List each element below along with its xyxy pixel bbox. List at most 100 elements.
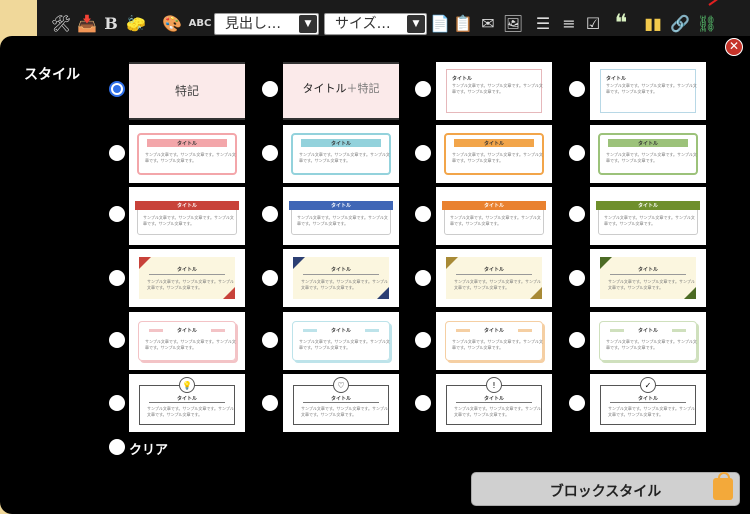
- block-style-icon[interactable]: ▮▮: [643, 12, 663, 34]
- style-card-simple-pink[interactable]: タイトル サンプル文章です。サンプル文章です。サンプル文章です。サンプル文章です…: [436, 62, 552, 120]
- clear-radio[interactable]: [109, 439, 125, 455]
- card-sample: サンプル文章です。サンプル文章です。サンプル文章です。サンプル文章です。: [145, 152, 236, 163]
- style-radio-13[interactable]: [109, 270, 125, 286]
- image-icon[interactable]: 🖼: [503, 12, 523, 34]
- card-title: タイトル: [637, 141, 658, 147]
- style-card-ribbon-green[interactable]: タイトル サンプル文章です。サンプル文章です。サンプル文章です。サンプル文章です…: [590, 125, 706, 183]
- style-card-icon-lightbulb[interactable]: 💡 タイトル サンプル文章です。サンプル文章です。サンプル文章です。サンプル文章…: [129, 374, 245, 432]
- card-title: タイトル: [637, 396, 658, 402]
- card-sample: サンプル文章です。サンプル文章です。サンプル文章です。サンプル文章です。: [606, 339, 697, 350]
- style-radio-7[interactable]: [415, 145, 431, 161]
- close-icon[interactable]: ✕: [725, 38, 743, 56]
- style-card-dashed-green[interactable]: タイトル サンプル文章です。サンプル文章です。サンプル文章です。サンプル文章です…: [590, 312, 706, 370]
- style-card-title-tokki[interactable]: タイトル＋特記: [283, 62, 399, 120]
- spellcheck-button[interactable]: ABC: [187, 12, 213, 34]
- style-radio-22[interactable]: [262, 395, 278, 411]
- style-card-corner-navy[interactable]: タイトル サンプル文章です。サンプル文章です。サンプル文章です。サンプル文章です…: [283, 249, 399, 307]
- style-radio-16[interactable]: [569, 270, 585, 286]
- new-page-icon[interactable]: 📄: [430, 12, 450, 34]
- style-card-ribbon-blue[interactable]: タイトル サンプル文章です。サンプル文章です。サンプル文章です。サンプル文章です…: [283, 125, 399, 183]
- quote-icon[interactable]: ❝: [611, 9, 631, 37]
- style-card-corner-red[interactable]: タイトル サンプル文章です。サンプル文章です。サンプル文章です。サンプル文章です…: [129, 249, 245, 307]
- card-sample: サンプル文章です。サンプル文章です。サンプル文章です。サンプル文章です。: [452, 152, 543, 163]
- card-sample: サンプル文章です。サンプル文章です。サンプル文章です。サンプル文章です。: [454, 406, 541, 417]
- size-select[interactable]: サイズ… ▼: [324, 13, 427, 35]
- link-icon[interactable]: 🔗: [669, 12, 691, 34]
- style-radio-1[interactable]: [109, 81, 125, 97]
- bold-button[interactable]: B: [103, 12, 119, 34]
- card-title: タイトル: [483, 203, 504, 209]
- card-sample: サンプル文章です。サンプル文章です。サンプル文章です。サンプル文章です。: [147, 279, 234, 290]
- card-title: タイトル: [176, 203, 197, 209]
- style-radio-23[interactable]: [415, 395, 431, 411]
- card-title: タイトル: [483, 141, 504, 147]
- card-sample: サンプル文章です。サンプル文章です。サンプル文章です。サンプル文章です。: [604, 215, 695, 226]
- card-title-label: タイトル: [302, 82, 347, 95]
- style-card-simple-blue[interactable]: タイトル サンプル文章です。サンプル文章です。サンプル文章です。サンプル文章です…: [590, 62, 706, 120]
- card-sample: サンプル文章です。サンプル文章です。サンプル文章です。サンプル文章です。: [450, 215, 541, 226]
- card-sample: サンプル文章です。サンプル文章です。サンプル文章です。サンプル文章です。: [606, 152, 697, 163]
- style-radio-12[interactable]: [569, 206, 585, 222]
- paste-icon[interactable]: 📋: [453, 12, 473, 34]
- style-radio-8[interactable]: [569, 145, 585, 161]
- style-radio-20[interactable]: [569, 332, 585, 348]
- style-card-corner-green[interactable]: タイトル サンプル文章です。サンプル文章です。サンプル文章です。サンプル文章です…: [590, 249, 706, 307]
- bullet-list-icon[interactable]: ☰: [533, 12, 553, 34]
- style-card-ribbon-pink[interactable]: タイトル サンプル文章です。サンプル文章です。サンプル文章です。サンプル文章です…: [129, 125, 245, 183]
- numbered-list-icon[interactable]: ≡: [559, 12, 579, 34]
- style-radio-10[interactable]: [262, 206, 278, 222]
- style-radio-14[interactable]: [262, 270, 278, 286]
- mail-icon[interactable]: ✉: [477, 12, 499, 34]
- style-radio-3[interactable]: [415, 81, 431, 97]
- style-card-band-red[interactable]: タイトル サンプル文章です。サンプル文章です。サンプル文章です。サンプル文章です…: [129, 187, 245, 245]
- style-radio-11[interactable]: [415, 206, 431, 222]
- style-card-band-orange[interactable]: タイトル サンプル文章です。サンプル文章です。サンプル文章です。サンプル文章です…: [436, 187, 552, 245]
- size-select-value: サイズ…: [335, 16, 391, 32]
- style-card-tokki[interactable]: 特記: [129, 62, 245, 120]
- tools-icon[interactable]: 🛠: [51, 12, 71, 34]
- style-radio-21[interactable]: [109, 395, 125, 411]
- style-card-icon-check[interactable]: ✓ タイトル サンプル文章です。サンプル文章です。サンプル文章です。サンプル文章…: [590, 374, 706, 432]
- download-icon[interactable]: 📥: [77, 12, 97, 34]
- card-title: タイトル: [176, 328, 197, 334]
- style-card-dashed-orange[interactable]: タイトル サンプル文章です。サンプル文章です。サンプル文章です。サンプル文章です…: [436, 312, 552, 370]
- heading-select[interactable]: 見出し… ▼: [214, 13, 319, 35]
- card-title: タイトル: [330, 203, 351, 209]
- style-card-dashed-blue[interactable]: タイトル サンプル文章です。サンプル文章です。サンプル文章です。サンプル文章です…: [283, 312, 399, 370]
- style-card-corner-gold[interactable]: タイトル サンプル文章です。サンプル文章です。サンプル文章です。サンプル文章です…: [436, 249, 552, 307]
- card-sample: サンプル文章です。サンプル文章です。サンプル文章です。サンプル文章です。: [297, 215, 388, 226]
- style-card-dashed-pink[interactable]: タイトル サンプル文章です。サンプル文章です。サンプル文章です。サンプル文章です…: [129, 312, 245, 370]
- card-title: タイトル: [330, 396, 351, 402]
- style-radio-4[interactable]: [569, 81, 585, 97]
- block-style-button[interactable]: ブロックスタイル: [471, 472, 740, 506]
- eraser-icon[interactable]: 🧽: [125, 12, 147, 34]
- style-card-band-navy[interactable]: タイトル サンプル文章です。サンプル文章です。サンプル文章です。サンプル文章です…: [283, 187, 399, 245]
- style-radio-2[interactable]: [262, 81, 278, 97]
- style-card-ribbon-orange[interactable]: タイトル サンプル文章です。サンプル文章です。サンプル文章です。サンプル文章です…: [436, 125, 552, 183]
- style-radio-5[interactable]: [109, 145, 125, 161]
- style-radio-19[interactable]: [415, 332, 431, 348]
- card-sample: サンプル文章です。サンプル文章です。サンプル文章です。サンプル文章です。: [606, 83, 697, 94]
- card-sample: サンプル文章です。サンプル文章です。サンプル文章です。サンプル文章です。: [299, 152, 390, 163]
- card-title: タイトル: [452, 76, 473, 82]
- card-title: タイトル: [483, 328, 504, 334]
- exclamation-icon: !: [486, 377, 502, 393]
- style-card-band-green[interactable]: タイトル サンプル文章です。サンプル文章です。サンプル文章です。サンプル文章です…: [590, 187, 706, 245]
- unlink-icon[interactable]: ⛓: [697, 12, 717, 34]
- card-tokki-plus-label: ＋特記: [346, 82, 380, 95]
- style-card-icon-heart[interactable]: ♡ タイトル サンプル文章です。サンプル文章です。サンプル文章です。サンプル文章…: [283, 374, 399, 432]
- style-radio-18[interactable]: [262, 332, 278, 348]
- style-radio-9[interactable]: [109, 206, 125, 222]
- style-radio-15[interactable]: [415, 270, 431, 286]
- card-title: タイトル: [176, 267, 197, 273]
- card-sample: サンプル文章です。サンプル文章です。サンプル文章です。サンプル文章です。: [608, 406, 695, 417]
- style-radio-17[interactable]: [109, 332, 125, 348]
- style-radio-24[interactable]: [569, 395, 585, 411]
- checklist-icon[interactable]: ☑: [583, 12, 603, 34]
- chevron-down-icon: ▼: [407, 15, 425, 33]
- style-radio-6[interactable]: [262, 145, 278, 161]
- lightbulb-icon: 💡: [179, 377, 195, 393]
- style-card-icon-exclamation[interactable]: ! タイトル サンプル文章です。サンプル文章です。サンプル文章です。サンプル文章…: [436, 374, 552, 432]
- font-color-icon[interactable]: 🎨: [161, 12, 183, 34]
- editor-toolbar: 🛠 📥 B 🧽 🎨 ABC 見出し… ▼ サイズ… ▼ 📄 📋 ✉ 🖼 ☰ ≡ …: [37, 0, 750, 37]
